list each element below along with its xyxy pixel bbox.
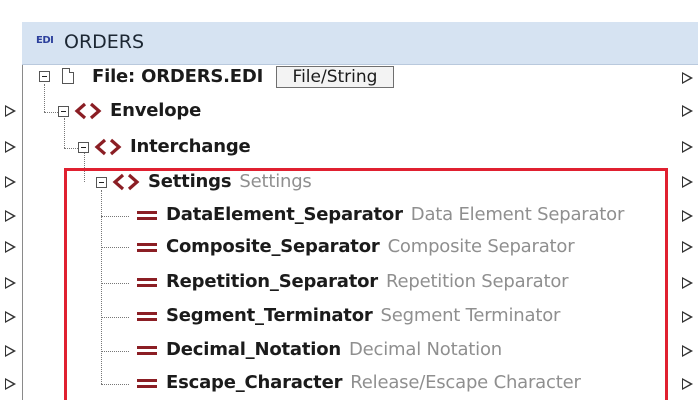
tree-line: [44, 84, 45, 112]
input-port-icon[interactable]: [5, 378, 16, 390]
component-titlebar[interactable]: EDI ORDERS: [22, 22, 698, 65]
output-port-icon[interactable]: [682, 141, 693, 153]
tree-line: [64, 118, 65, 148]
output-port-icon[interactable]: [682, 72, 693, 84]
output-port-icon[interactable]: [682, 176, 693, 188]
collapse-toggle[interactable]: [39, 71, 50, 82]
output-port-icon[interactable]: [682, 378, 693, 390]
output-port-icon[interactable]: [682, 210, 693, 222]
output-port-icon[interactable]: [682, 345, 693, 357]
input-port-icon[interactable]: [5, 241, 16, 253]
settings-highlight-box: [64, 168, 668, 400]
file-string-button[interactable]: File/String: [276, 66, 394, 88]
file-icon: [62, 68, 74, 84]
element-icon: [94, 138, 122, 156]
input-port-icon[interactable]: [5, 105, 16, 117]
input-port-icon[interactable]: [5, 345, 16, 357]
envelope-label: Envelope: [110, 100, 202, 121]
tree-line: [44, 112, 58, 113]
file-label: File: ORDERS.EDI: [92, 66, 264, 87]
input-port-icon[interactable]: [5, 176, 16, 188]
tree-line: [64, 148, 78, 149]
input-port-icon[interactable]: [5, 311, 16, 323]
component-title: ORDERS: [64, 31, 145, 53]
element-icon: [74, 102, 102, 120]
collapse-toggle[interactable]: [78, 142, 89, 153]
interchange-label: Interchange: [130, 136, 251, 157]
input-port-icon[interactable]: [5, 277, 16, 289]
output-port-icon[interactable]: [682, 311, 693, 323]
collapse-toggle[interactable]: [58, 106, 69, 117]
output-port-icon[interactable]: [682, 105, 693, 117]
output-port-icon[interactable]: [682, 241, 693, 253]
input-port-icon[interactable]: [5, 210, 16, 222]
input-port-icon[interactable]: [5, 141, 16, 153]
edi-icon: EDI: [36, 35, 54, 46]
output-port-icon[interactable]: [682, 277, 693, 289]
